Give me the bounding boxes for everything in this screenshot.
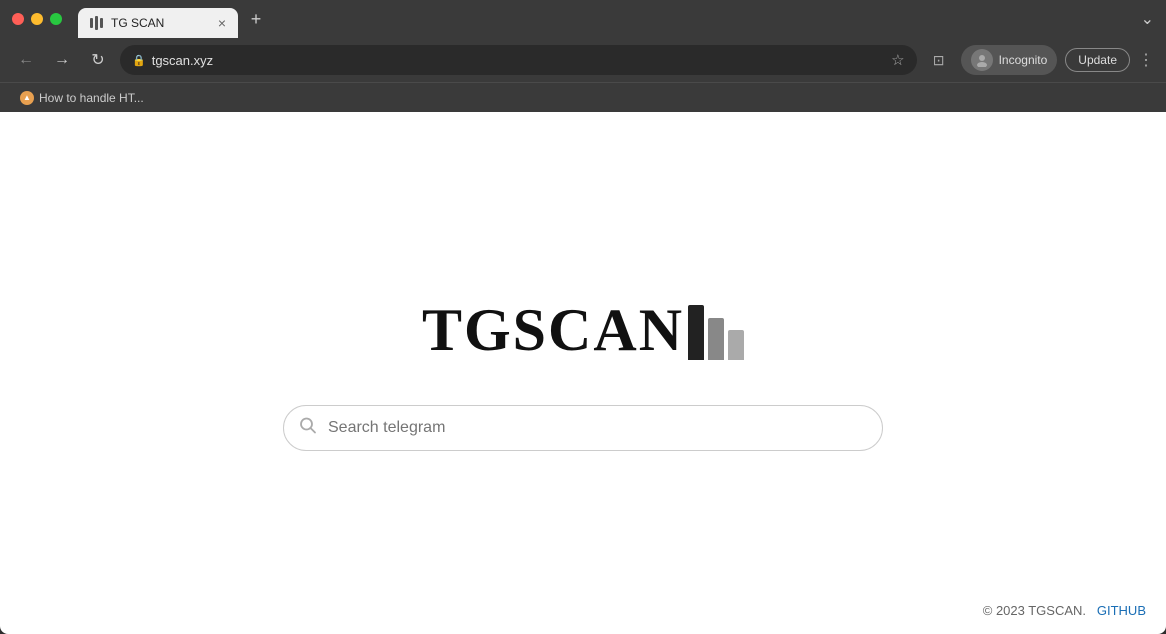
traffic-lights <box>12 13 62 25</box>
tab-close-button[interactable]: × <box>218 16 226 30</box>
tab-title: TG SCAN <box>111 16 210 30</box>
browser-menu-button[interactable]: ⋮ <box>1138 50 1154 70</box>
bookmark-favicon: ▲ <box>20 91 34 105</box>
update-button[interactable]: Update <box>1065 48 1130 72</box>
address-text: tgscan.xyz <box>152 53 885 68</box>
title-bar-right: ⌄ <box>1141 9 1154 29</box>
refresh-button[interactable]: ↻ <box>84 46 112 74</box>
bookmark-item[interactable]: ▲ How to handle HT... <box>12 88 152 108</box>
incognito-label: Incognito <box>999 53 1048 67</box>
address-bar[interactable]: 🔒 tgscan.xyz ☆ <box>120 45 917 75</box>
back-button[interactable]: ← <box>12 46 40 74</box>
footer: © 2023 TGSCAN. GITHUB <box>983 603 1146 618</box>
logo-container: TGSCAN <box>422 296 744 365</box>
collapse-button[interactable]: ⌄ <box>1141 9 1154 29</box>
new-tab-button[interactable]: + <box>242 5 270 33</box>
maximize-button[interactable] <box>50 13 62 25</box>
split-view-button[interactable]: ⊡ <box>925 46 953 74</box>
close-button[interactable] <box>12 13 24 25</box>
lock-icon: 🔒 <box>132 54 146 67</box>
logo-bar-medium <box>708 318 724 360</box>
bookmark-star-button[interactable]: ☆ <box>891 51 904 69</box>
incognito-area: Incognito <box>961 45 1058 75</box>
minimize-button[interactable] <box>31 13 43 25</box>
incognito-icon <box>971 49 993 71</box>
search-input[interactable] <box>283 405 883 451</box>
bookmark-label: How to handle HT... <box>39 91 144 105</box>
forward-button[interactable]: → <box>48 46 76 74</box>
logo-bars <box>688 300 744 360</box>
page-content: TGSCAN © 2023 TGSCAN. GITHUB <box>0 112 1166 634</box>
bookmarks-bar: ▲ How to handle HT... <box>0 82 1166 112</box>
github-link[interactable]: GITHUB <box>1097 603 1146 618</box>
footer-text: © 2023 TGSCAN. <box>983 603 1086 618</box>
active-tab[interactable]: TG SCAN × <box>78 8 238 38</box>
tabs-area: TG SCAN × + <box>78 0 1141 38</box>
search-container <box>283 405 883 451</box>
browser-chrome: TG SCAN × + ⌄ ← → ↻ 🔒 tgscan.xyz ☆ ⊡ <box>0 0 1166 112</box>
logo-text: TGSCAN <box>422 296 684 365</box>
tab-favicon <box>90 16 103 30</box>
logo-bar-tall <box>688 305 704 360</box>
title-bar: TG SCAN × + ⌄ <box>0 0 1166 38</box>
logo-bar-short <box>728 330 744 360</box>
nav-bar: ← → ↻ 🔒 tgscan.xyz ☆ ⊡ Incognito Update … <box>0 38 1166 82</box>
